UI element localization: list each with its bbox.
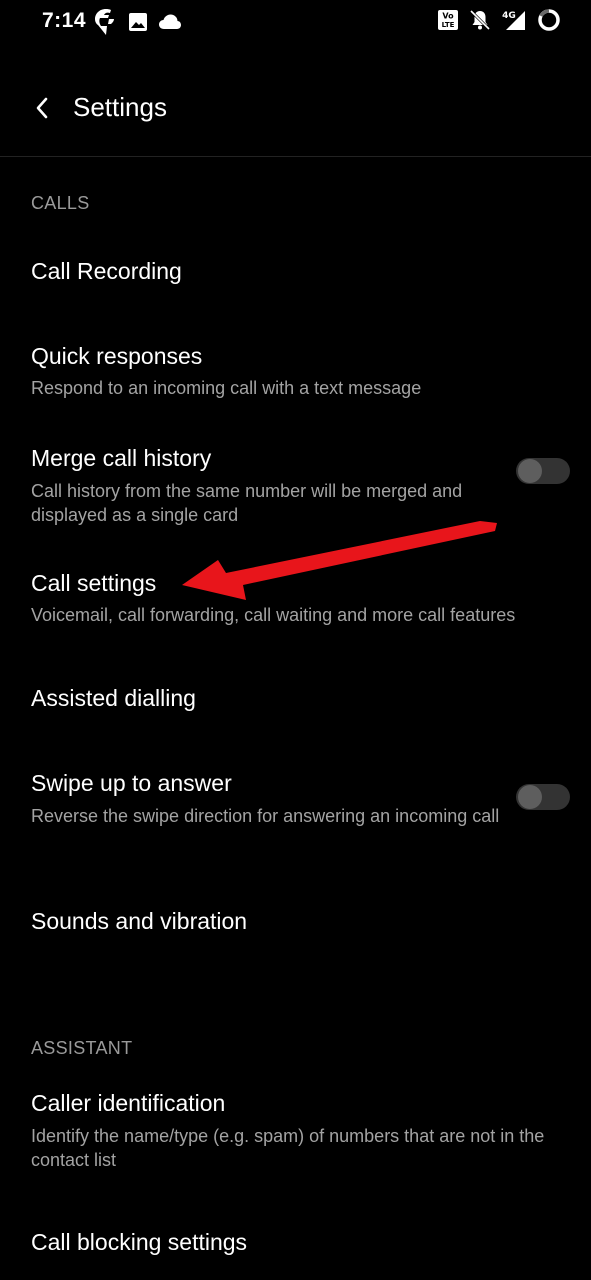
toggle-thumb	[518, 785, 542, 809]
item-title: Swipe up to answer	[31, 770, 232, 796]
settings-item-call-recording[interactable]: Call Recording	[0, 258, 591, 318]
toggle-thumb	[518, 459, 542, 483]
back-button[interactable]	[26, 92, 58, 124]
swiggy-icon	[94, 8, 118, 36]
item-title: Assisted dialling	[31, 685, 196, 711]
item-title: Quick responses	[31, 343, 203, 369]
volte-label-bottom: LTE	[442, 21, 455, 29]
app-bar: Settings	[0, 60, 591, 157]
settings-item-caller-identification[interactable]: Caller identification Identify the name/…	[0, 1090, 591, 1180]
status-right-icons: Vo LTE 4G	[437, 8, 561, 32]
item-title: Sounds and vibration	[31, 908, 248, 934]
bell-off-icon	[469, 9, 491, 31]
volte-label-top: Vo	[442, 12, 454, 21]
item-title: Caller identification	[31, 1090, 226, 1116]
volte-icon: Vo LTE	[437, 9, 459, 31]
network-label: 4G	[502, 11, 516, 21]
settings-item-sounds-and-vibration[interactable]: Sounds and vibration	[0, 908, 591, 968]
section-header-calls: CALLS	[31, 193, 90, 213]
item-subtitle: Voicemail, call forwarding, call waiting…	[31, 605, 516, 625]
item-title: Call Recording	[31, 258, 182, 284]
item-title: Call blocking settings	[31, 1229, 248, 1255]
signal-4g-icon: 4G	[501, 8, 527, 32]
section-header-assistant: ASSISTANT	[31, 1038, 133, 1058]
swipe-up-to-answer-toggle[interactable]	[516, 784, 570, 810]
merge-call-history-toggle[interactable]	[516, 458, 570, 484]
status-left-icons	[94, 8, 182, 36]
cloud-icon	[158, 13, 182, 31]
annotation-arrow	[182, 521, 497, 600]
status-bar: 7:14 Vo LTE 4G	[0, 0, 591, 46]
item-subtitle: Identify the name/type (e.g. spam) of nu…	[31, 1126, 545, 1170]
item-title: Merge call history	[31, 445, 212, 471]
status-time: 7:14	[42, 9, 87, 32]
settings-item-quick-responses[interactable]: Quick responses Respond to an incoming c…	[0, 343, 591, 413]
settings-item-merge-call-history[interactable]: Merge call history Call history from the…	[0, 445, 591, 535]
item-subtitle: Call history from the same number will b…	[31, 481, 463, 525]
battery-ring-icon	[537, 8, 561, 32]
item-title: Call settings	[31, 570, 157, 596]
image-icon	[128, 12, 148, 32]
settings-item-call-blocking-settings[interactable]: Call blocking settings	[0, 1229, 591, 1279]
item-subtitle: Reverse the swipe direction for answerin…	[31, 806, 500, 826]
page-title: Settings	[73, 92, 167, 122]
settings-item-assisted-dialling[interactable]: Assisted dialling	[0, 685, 591, 745]
item-subtitle: Respond to an incoming call with a text …	[31, 378, 422, 398]
settings-item-call-settings[interactable]: Call settings Voicemail, call forwarding…	[0, 570, 591, 640]
settings-item-swipe-up-to-answer[interactable]: Swipe up to answer Reverse the swipe dir…	[0, 770, 591, 860]
chevron-left-icon	[34, 96, 50, 120]
